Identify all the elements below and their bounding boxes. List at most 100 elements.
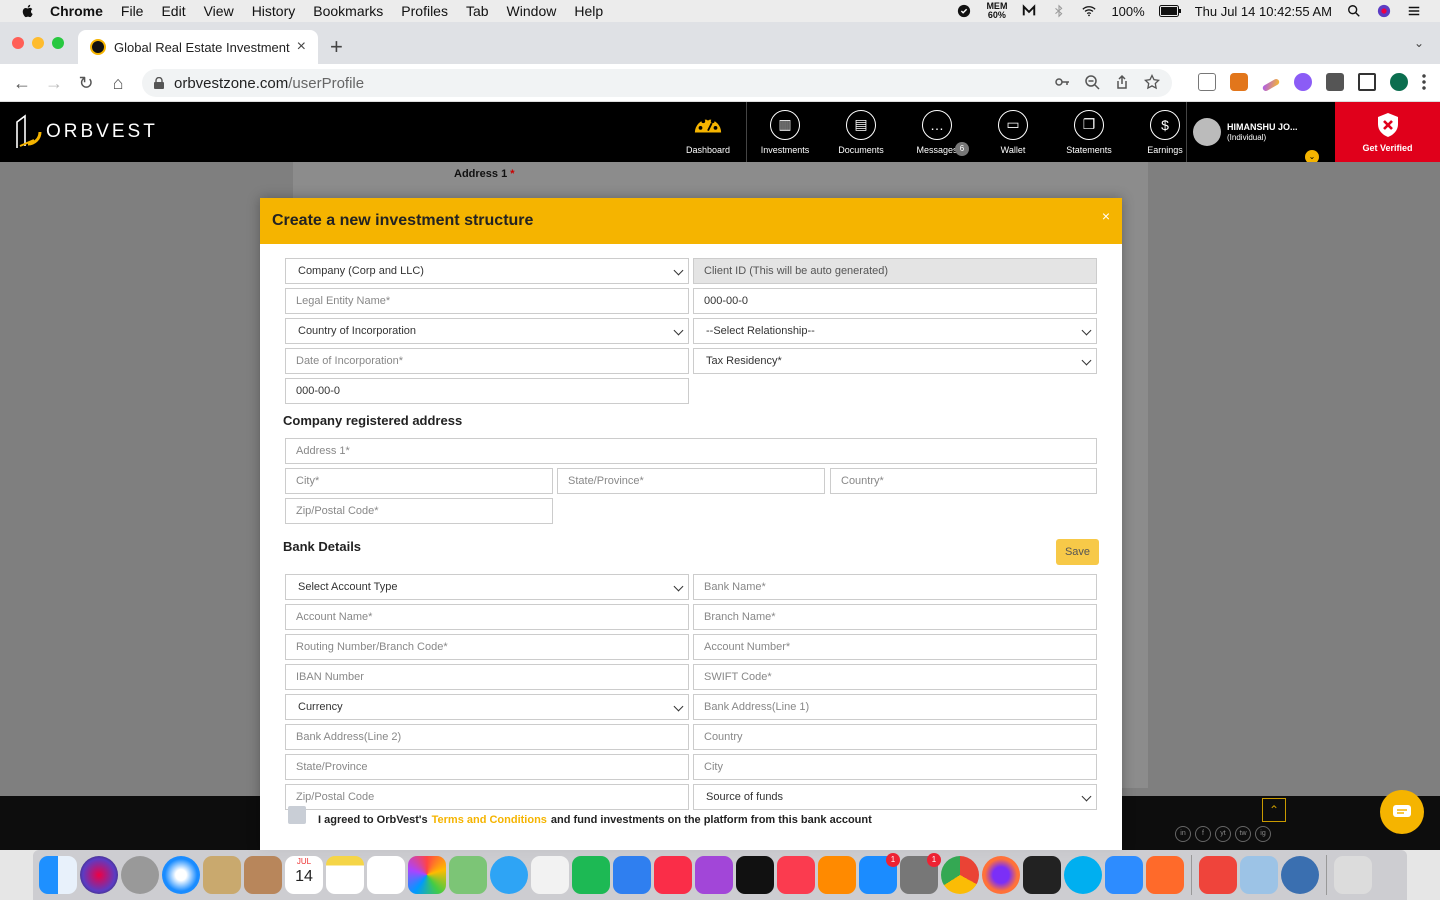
linkedin-icon[interactable]: in xyxy=(1175,826,1191,842)
podcasts-icon[interactable] xyxy=(695,856,733,894)
menu-file[interactable]: File xyxy=(121,3,144,19)
battery-icon[interactable] xyxy=(1158,4,1181,18)
control-center-icon[interactable] xyxy=(1406,4,1422,18)
pen-extension-icon[interactable] xyxy=(1261,77,1281,93)
system-preferences-icon[interactable]: 1 xyxy=(900,853,941,894)
zoom-window-button[interactable] xyxy=(52,37,64,49)
menu-bookmarks[interactable]: Bookmarks xyxy=(313,3,383,19)
key-icon[interactable] xyxy=(1054,74,1070,90)
terminal-icon[interactable] xyxy=(1023,856,1061,894)
menu-history[interactable]: History xyxy=(252,3,296,19)
menu-tab[interactable]: Tab xyxy=(466,3,489,19)
date-of-incorporation-input[interactable]: Date of Incorporation* xyxy=(285,348,689,374)
nav-messages[interactable]: … Messages 6 xyxy=(899,102,975,162)
legal-entity-name-input[interactable]: Legal Entity Name* xyxy=(285,288,689,314)
keynote-icon[interactable] xyxy=(613,856,651,894)
menu-app-chrome[interactable]: Chrome xyxy=(50,3,103,19)
sidebar-icon[interactable] xyxy=(1358,73,1376,91)
menu-help[interactable]: Help xyxy=(574,3,603,19)
reminders-icon[interactable] xyxy=(367,856,405,894)
menu-profiles[interactable]: Profiles xyxy=(401,3,448,19)
mail-icon[interactable] xyxy=(203,856,241,894)
forward-arrow-icon[interactable]: → xyxy=(44,73,64,93)
messages-app-icon[interactable] xyxy=(490,856,528,894)
minimize-window-button[interactable] xyxy=(32,37,44,49)
kebab-menu-icon[interactable] xyxy=(1422,73,1426,91)
save-button[interactable]: Save xyxy=(1056,539,1099,565)
bank-zip-input[interactable]: Zip/Postal Code xyxy=(285,784,689,810)
translate-extension-icon[interactable] xyxy=(1198,73,1216,91)
terms-link[interactable]: Terms and Conditions xyxy=(432,814,547,826)
anydesk-icon[interactable] xyxy=(1199,856,1237,894)
city-input[interactable]: City* xyxy=(285,468,553,494)
bank-address-line2-input[interactable]: Bank Address(Line 2) xyxy=(285,724,689,750)
bank-country-input[interactable]: Country xyxy=(693,724,1097,750)
tab-search-chevron-icon[interactable]: ⌄ xyxy=(1414,36,1424,50)
sublime-icon[interactable] xyxy=(1146,856,1184,894)
news-icon[interactable] xyxy=(777,856,815,894)
siri-icon[interactable] xyxy=(1376,4,1392,18)
app-store-icon[interactable]: 1 xyxy=(859,853,900,894)
tax-residency-select[interactable]: Tax Residency* xyxy=(693,348,1097,374)
numbers-icon[interactable] xyxy=(572,856,610,894)
nav-documents[interactable]: ▤ Documents xyxy=(823,102,899,162)
country-of-incorporation-select[interactable]: Country of Incorporation xyxy=(285,318,689,344)
swift-input[interactable]: SWIFT Code* xyxy=(693,664,1097,690)
account-number-input[interactable]: Account Number* xyxy=(693,634,1097,660)
launchpad-icon[interactable] xyxy=(121,856,159,894)
lock-icon[interactable] xyxy=(154,77,164,89)
instagram-icon[interactable]: ig xyxy=(1255,826,1271,842)
notes-icon[interactable] xyxy=(326,856,364,894)
nav-wallet[interactable]: ▭ Wallet xyxy=(975,102,1051,162)
bookmark-star-icon[interactable] xyxy=(1144,74,1160,90)
tab-close-icon[interactable]: × xyxy=(297,38,306,56)
firefox-icon[interactable] xyxy=(982,856,1020,894)
state-input[interactable]: State/Province* xyxy=(557,468,825,494)
menu-window[interactable]: Window xyxy=(507,3,557,19)
metamask-extension-icon[interactable] xyxy=(1230,73,1248,91)
entity-type-select[interactable]: Company (Corp and LLC) xyxy=(285,258,689,284)
puzzle-extensions-icon[interactable] xyxy=(1326,73,1344,91)
iban-input[interactable]: IBAN Number xyxy=(285,664,689,690)
nav-statements[interactable]: ❐ Statements xyxy=(1051,102,1127,162)
zip-input[interactable]: Zip/Postal Code* xyxy=(285,498,553,524)
menu-view[interactable]: View xyxy=(204,3,234,19)
relationship-select[interactable]: --Select Relationship-- xyxy=(693,318,1097,344)
apple-icon[interactable] xyxy=(20,3,36,19)
back-arrow-icon[interactable]: ← xyxy=(12,73,32,93)
currency-select[interactable]: Currency xyxy=(285,694,689,720)
m-app-icon[interactable] xyxy=(1021,4,1037,18)
finder-icon[interactable] xyxy=(39,856,77,894)
get-verified-button[interactable]: Get Verified xyxy=(1335,102,1440,162)
address-bar[interactable]: orbvestzone.com/userProfile xyxy=(142,69,1172,97)
share-icon[interactable] xyxy=(1114,74,1130,90)
music-icon[interactable] xyxy=(654,856,692,894)
facebook-icon[interactable]: f xyxy=(1195,826,1211,842)
chrome-icon[interactable] xyxy=(941,856,979,894)
account-name-input[interactable]: Account Name* xyxy=(285,604,689,630)
scroll-to-top-button[interactable]: ⌃ xyxy=(1262,798,1286,822)
terms-checkbox[interactable] xyxy=(288,806,306,824)
source-of-funds-select[interactable]: Source of funds xyxy=(693,784,1097,810)
spotlight-search-icon[interactable] xyxy=(1346,4,1362,18)
bank-state-input[interactable]: State/Province xyxy=(285,754,689,780)
bank-address-line1-input[interactable]: Bank Address(Line 1) xyxy=(693,694,1097,720)
contacts-icon[interactable] xyxy=(244,856,282,894)
books-icon[interactable] xyxy=(818,856,856,894)
branch-name-input[interactable]: Branch Name* xyxy=(693,604,1097,630)
freeform-icon[interactable] xyxy=(531,856,569,894)
phone-input-2[interactable]: 000-00-0 xyxy=(285,378,689,404)
twitter-icon[interactable]: tw xyxy=(1235,826,1251,842)
bank-name-input[interactable]: Bank Name* xyxy=(693,574,1097,600)
clock[interactable]: Thu Jul 14 10:42:55 AM xyxy=(1195,4,1332,19)
preview-icon[interactable] xyxy=(1240,856,1278,894)
zoom-out-icon[interactable] xyxy=(1084,74,1100,90)
phone-input-1[interactable]: 000-00-0 xyxy=(693,288,1097,314)
youtube-icon[interactable]: yt xyxy=(1215,826,1231,842)
user-profile-menu[interactable]: HIMANSHU JO... (Individual) ⌄ xyxy=(1186,102,1334,164)
address1-input[interactable]: Address 1* xyxy=(285,438,1097,464)
browser-tab-active[interactable]: Global Real Estate Investment × xyxy=(78,30,318,64)
live-chat-button[interactable] xyxy=(1380,790,1424,834)
calendar-icon[interactable]: JUL 14 xyxy=(285,856,323,894)
menu-edit[interactable]: Edit xyxy=(161,3,185,19)
